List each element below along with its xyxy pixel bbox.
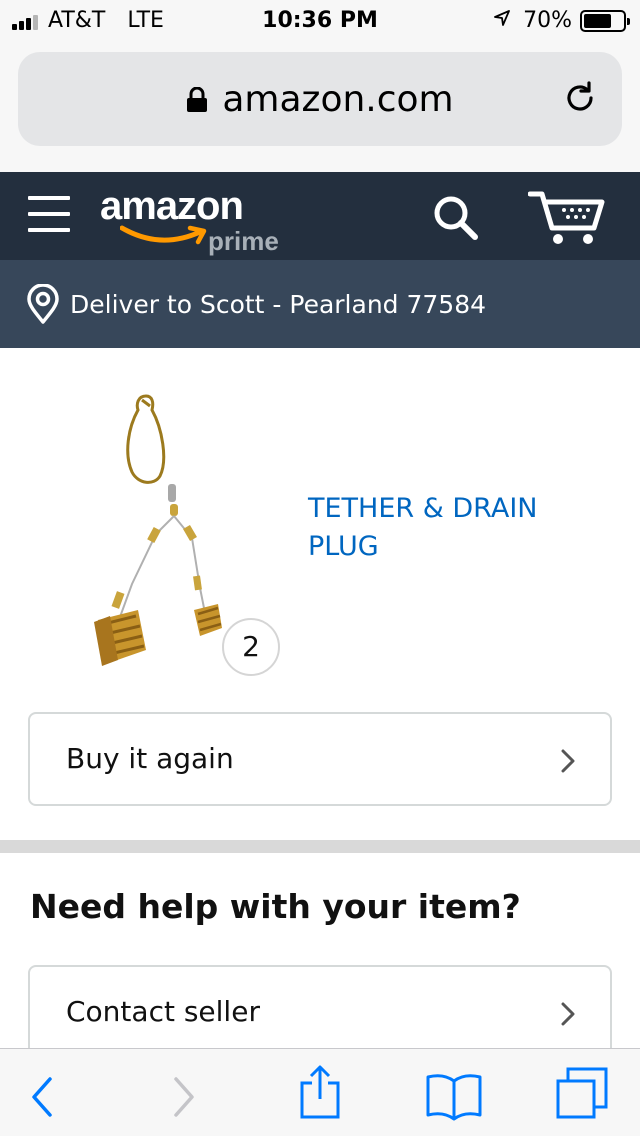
amazon-prime-logo[interactable]: amazon prime (100, 184, 300, 256)
browser-address-area: amazon.com (0, 40, 640, 172)
chevron-right-icon (560, 1001, 576, 1027)
address-bar[interactable]: amazon.com (18, 52, 622, 146)
quantity-badge: 2 (222, 618, 280, 676)
contact-seller-button[interactable]: Contact seller (28, 965, 612, 1059)
forward-icon[interactable] (160, 1071, 216, 1121)
contact-seller-label: Contact seller (66, 995, 260, 1028)
smile-icon (120, 225, 207, 245)
deliver-to-bar[interactable]: Deliver to Scott - Pearland 77584 (0, 260, 640, 348)
amazon-header: amazon prime (0, 172, 640, 260)
location-pin-icon (26, 283, 60, 324)
logo-prime-text: prime (208, 226, 279, 256)
reload-icon[interactable] (562, 80, 598, 116)
chevron-right-icon (560, 748, 576, 774)
cart-icon[interactable] (527, 188, 606, 246)
share-icon[interactable] (292, 1063, 348, 1119)
product-area: 2 TETHER & DRAIN PLUG Buy it again (0, 348, 640, 836)
help-section: Need help with your item? Contact seller (0, 853, 640, 1059)
tabs-icon[interactable] (554, 1065, 610, 1119)
lock-icon (186, 87, 208, 112)
hamburger-icon[interactable] (28, 196, 70, 236)
section-divider (0, 840, 640, 853)
logo-text: amazon (100, 184, 244, 228)
back-icon[interactable] (20, 1071, 76, 1121)
battery-fill (584, 13, 611, 28)
status-bar: AT&T LTE 10:36 PM 70% (0, 0, 640, 40)
buy-it-again-label: Buy it again (66, 742, 234, 775)
status-right: 70% (493, 8, 630, 33)
url-text: amazon.com (222, 78, 454, 120)
bookmarks-icon[interactable] (424, 1069, 482, 1121)
battery-percent: 70% (523, 8, 572, 33)
deliver-to-text: Deliver to Scott - Pearland 77584 (70, 289, 487, 319)
buy-it-again-button[interactable]: Buy it again (28, 712, 612, 806)
product-title-link[interactable]: TETHER & DRAIN PLUG (308, 490, 608, 566)
location-arrow-icon (493, 8, 511, 33)
search-icon[interactable] (430, 192, 480, 242)
help-section-title: Need help with your item? (30, 887, 521, 926)
browser-toolbar (0, 1048, 640, 1136)
battery-icon (580, 9, 630, 32)
